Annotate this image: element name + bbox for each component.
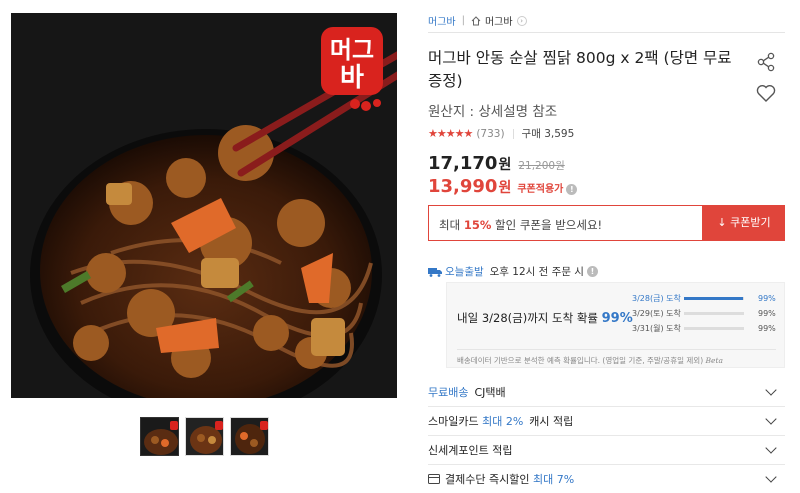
- breadcrumb: 머그바 | 머그바 ›: [428, 13, 527, 28]
- arrival-summary: 내일 3/28(금)까지 도착 확률 99%: [457, 310, 633, 326]
- payment-discount-accordion-row[interactable]: 결제수단 즉시할인 최대 7%: [428, 465, 785, 493]
- smile-card-suffix: 캐시 적립: [529, 415, 574, 428]
- probability-bar: [684, 297, 744, 300]
- chevron-down-icon[interactable]: [765, 413, 777, 425]
- payment-discount-label: 결제수단 즉시할인: [445, 473, 530, 486]
- divider: [428, 32, 785, 33]
- probability-bar-fill: [684, 297, 744, 300]
- shinsegae-point-label: 신세계포인트 적립: [428, 444, 513, 457]
- payment-discount-rate: 최대 7%: [532, 473, 575, 486]
- coupon-price-label: 쿠폰적용가: [517, 184, 564, 195]
- breadcrumb-store-link[interactable]: 머그바: [485, 13, 513, 28]
- thumbnail-2[interactable]: [185, 417, 224, 456]
- coupon-banner-prefix: 최대: [439, 218, 464, 232]
- probability-bar: [684, 327, 744, 330]
- probability-percent: 99%: [758, 294, 776, 303]
- thumbnail-strip: [140, 417, 269, 456]
- purchase-count: 구매 3,595: [521, 128, 575, 140]
- smile-card-accordion-row[interactable]: 스마일카드 최대 2% 캐시 적립: [428, 407, 785, 436]
- home-icon: [471, 15, 481, 25]
- probability-percent: 99%: [758, 309, 776, 318]
- courier-name: CJ택배: [474, 386, 506, 399]
- info-icon[interactable]: !: [566, 184, 578, 195]
- coupon-banner: 최대 15% 할인 쿠폰을 받으세요!: [428, 205, 703, 241]
- original-price: 21,200원: [518, 160, 565, 172]
- chevron-down-icon[interactable]: [765, 442, 777, 454]
- product-title: 머그바 안동 순살 찜닭 800g x 2팩 (당면 무료 증정): [428, 49, 732, 90]
- coupon-banner-suffix: 할인 쿠폰을 받으세요!: [491, 218, 603, 232]
- probability-date: 3/31(월) 도착: [632, 324, 681, 333]
- get-coupon-button[interactable]: ↓ 쿠폰받기: [703, 205, 785, 241]
- probability-date: 3/28(금) 도착: [632, 294, 681, 303]
- thumbnail-3[interactable]: [230, 417, 269, 456]
- probability-bar: [684, 312, 744, 315]
- coupon-price-row: 13,990 원 쿠폰적용가 !: [428, 176, 578, 197]
- thumbnail-1[interactable]: [140, 417, 179, 456]
- card-icon: [428, 474, 440, 484]
- divider: [512, 128, 514, 139]
- breadcrumb-brand-link[interactable]: 머그바: [428, 13, 456, 28]
- free-shipping-label: 무료배송: [428, 386, 469, 399]
- star-rating-icon: ★★★★★: [428, 127, 473, 140]
- chevron-down-icon[interactable]: [765, 471, 777, 483]
- info-icon[interactable]: !: [586, 266, 598, 277]
- coupon-percent: 15%: [463, 218, 492, 232]
- origin-text: 원산지 : 상세설명 참조: [428, 104, 558, 120]
- arrival-probability-box: 내일 3/28(금)까지 도착 확률 99% 3/28(금) 도착 99% 3/…: [446, 282, 785, 368]
- shipping-accordion-row[interactable]: 무료배송 CJ택배: [428, 378, 785, 407]
- chevron-right-icon[interactable]: ›: [516, 15, 527, 26]
- logo-text-2: 바: [340, 63, 364, 93]
- beta-label: Beta: [705, 356, 723, 365]
- probability-date: 3/29(토) 도착: [632, 309, 681, 318]
- coupon-price: 13,990: [428, 176, 498, 197]
- truck-icon: [428, 267, 442, 277]
- smile-card-rate: 최대 2%: [482, 415, 524, 428]
- rating-row: ★★★★★ (733) 구매 3,595: [428, 126, 574, 141]
- review-count[interactable]: (733): [476, 128, 504, 140]
- currency-label: 원: [498, 180, 512, 196]
- arrival-percent: 99%: [601, 311, 633, 326]
- share-icon[interactable]: [755, 51, 777, 73]
- probability-row: 3/28(금) 도착 99%: [632, 293, 776, 304]
- today-shipping-text: 오후 12시 전 주문 시: [489, 266, 584, 278]
- shinsegae-point-accordion-row[interactable]: 신세계포인트 적립: [428, 436, 785, 465]
- heart-icon[interactable]: [755, 82, 777, 104]
- today-shipping-row: 오늘출발 오후 12시 전 주문 시 !: [428, 264, 598, 279]
- sale-price: 17,170: [428, 153, 498, 174]
- sale-price-row: 17,170 원 21,200원: [428, 153, 565, 174]
- probability-row: 3/29(토) 도착 99%: [632, 308, 776, 319]
- currency-label: 원: [498, 157, 512, 173]
- logo-text: 머그: [330, 36, 374, 64]
- probability-row: 3/31(월) 도착 99%: [632, 323, 776, 334]
- today-shipping-label: 오늘출발: [445, 266, 484, 278]
- probability-percent: 99%: [758, 324, 776, 333]
- arrival-text: 내일 3/28(금)까지 도착 확률: [457, 311, 602, 325]
- smile-card-label: 스마일카드: [428, 415, 479, 428]
- product-main-image[interactable]: 머그 바: [11, 13, 397, 398]
- chevron-down-icon[interactable]: [765, 384, 777, 396]
- breadcrumb-separator: |: [461, 15, 465, 26]
- arrival-note: 배송데이터 기반으로 분석한 예측 확률입니다. (영업일 기준, 주말/공휴일…: [457, 349, 776, 366]
- arrival-note-text: 배송데이터 기반으로 분석한 예측 확률입니다. (영업일 기준, 주말/공휴일…: [457, 356, 704, 365]
